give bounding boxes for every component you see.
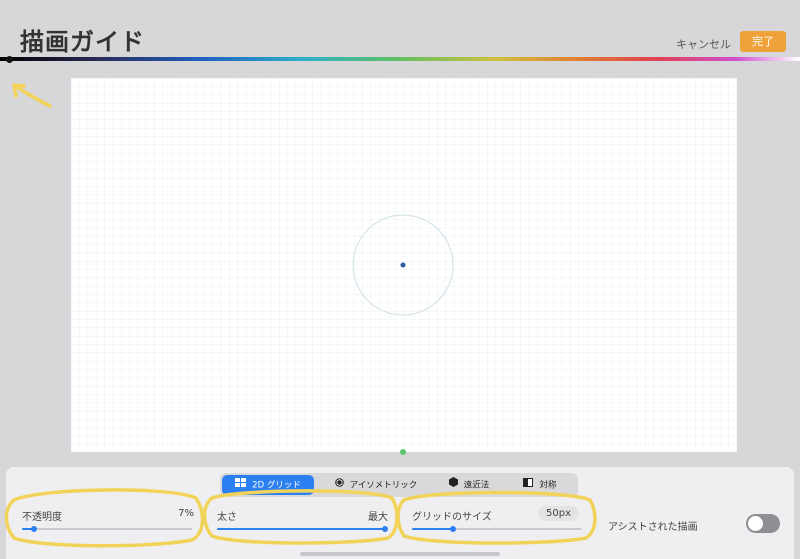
grid-size-slider-fill xyxy=(412,528,453,530)
drawing-canvas[interactable] xyxy=(71,78,737,452)
tab-label: 遠近法 xyxy=(463,480,490,491)
tab-symmetry[interactable]: 対称 xyxy=(510,475,570,495)
done-button[interactable]: 完了 xyxy=(740,31,786,52)
opacity-label: 不透明度 xyxy=(22,512,62,523)
thickness-slider[interactable] xyxy=(217,526,388,532)
guide-color-slider[interactable] xyxy=(0,57,800,61)
tab-2d-grid[interactable]: 2D グリッド xyxy=(222,475,314,495)
cancel-button[interactable]: キャンセル xyxy=(676,36,731,52)
symmetry-icon xyxy=(523,475,534,495)
page-title: 描画ガイド xyxy=(20,28,145,56)
opacity-slider-thumb[interactable] xyxy=(30,526,37,532)
assisted-drawing-toggle[interactable] xyxy=(746,514,780,533)
tab-label: アイソメトリック xyxy=(349,480,418,491)
annotation-arrow-icon xyxy=(12,83,52,108)
grid-center-handle xyxy=(400,262,406,268)
thickness-slider-thumb[interactable] xyxy=(382,526,388,532)
tab-isometric[interactable]: アイソメトリック xyxy=(324,475,428,495)
toggle-knob xyxy=(748,516,763,531)
grid-size-label: グリッドのサイズ xyxy=(412,512,492,523)
opacity-value: 7% xyxy=(178,508,194,519)
thickness-slider-fill xyxy=(217,528,385,530)
perspective-icon xyxy=(448,475,458,495)
home-indicator xyxy=(300,552,500,556)
cube-icon xyxy=(334,475,344,495)
grid-icon xyxy=(235,475,247,495)
assisted-drawing-label: アシストされた描画 xyxy=(608,522,698,533)
tab-perspective[interactable]: 遠近法 xyxy=(436,475,502,495)
grid-size-slider[interactable] xyxy=(412,526,582,532)
tab-label: 2D グリッド xyxy=(252,480,301,491)
grid-size-value[interactable]: 50px xyxy=(538,506,579,521)
thickness-value: 最大 xyxy=(368,512,388,523)
opacity-slider[interactable] xyxy=(22,526,192,532)
canvas-edge-handle[interactable] xyxy=(400,449,406,455)
guide-type-tabs: 2D グリッド アイソメトリック 遠近法 対称 xyxy=(220,473,578,497)
tab-label: 対称 xyxy=(539,480,557,491)
thickness-label: 太さ xyxy=(217,512,237,523)
color-slider-handle[interactable] xyxy=(6,56,13,63)
grid-size-slider-thumb[interactable] xyxy=(449,526,456,532)
